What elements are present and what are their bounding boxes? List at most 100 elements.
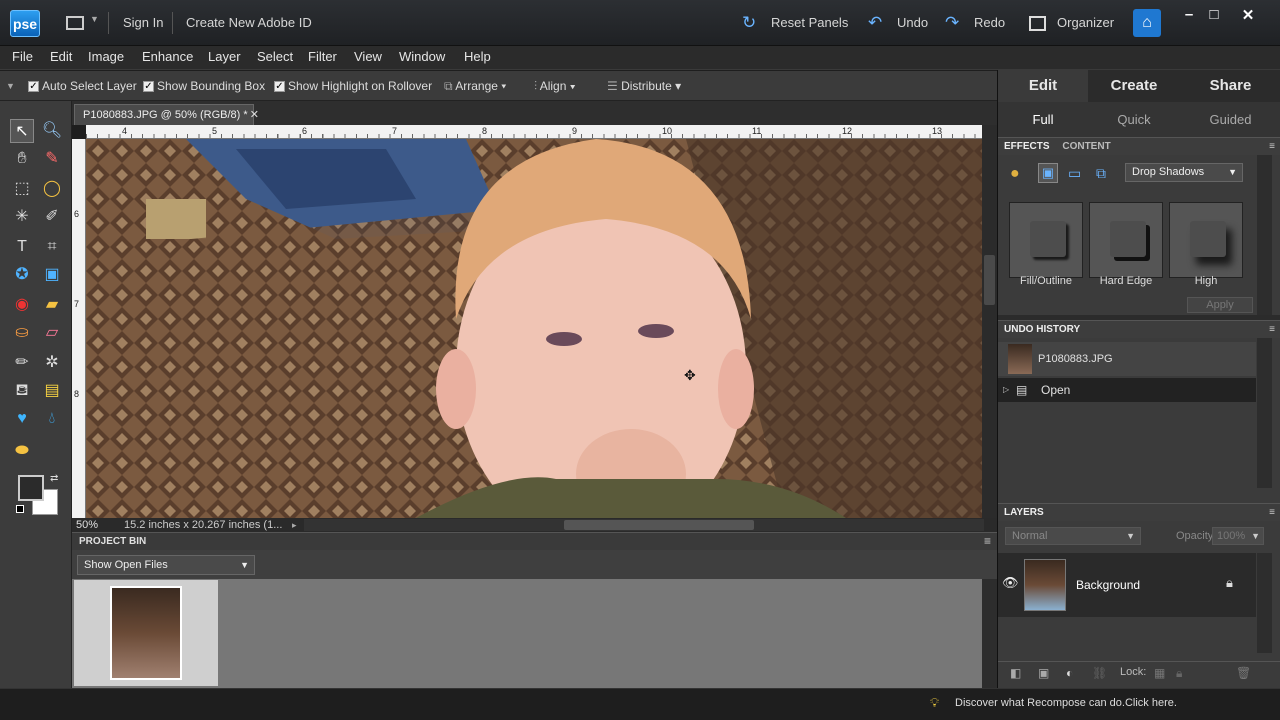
menu-layer[interactable]: Layer (208, 46, 241, 68)
redo-icon[interactable]: ↷ (945, 0, 959, 46)
history-step-row[interactable]: ▷ ▤ Open (998, 378, 1256, 402)
clone-stamp-tool-icon[interactable]: ⛀ (10, 321, 34, 345)
custom-shape-tool-icon[interactable]: ♥ (10, 407, 34, 431)
options-menu-icon[interactable]: ▼ (6, 71, 15, 101)
scroll-thumb[interactable] (564, 520, 754, 530)
eye-visibility-icon[interactable]: 👁︎ (1002, 575, 1019, 591)
all-effects-icon[interactable]: ⧉ (1096, 165, 1106, 182)
arrange-dropdown[interactable]: ⧉ Arrange ▾ (444, 71, 506, 101)
align-dropdown[interactable]: ⫶ Align ▾ (534, 71, 576, 101)
layer-row-background[interactable]: 👁︎ Background 🔒︎ (998, 553, 1256, 617)
opacity-field[interactable]: 100% ▼ (1212, 527, 1264, 545)
recompose-tip-link[interactable]: Discover what Recompose can do.Click her… (955, 689, 1177, 717)
blur-tool-icon[interactable]: 💧︎ (40, 407, 64, 431)
close-button[interactable]: ✕ (1237, 6, 1259, 24)
default-colors-icon[interactable] (16, 505, 24, 513)
zoom-tool-icon[interactable]: 🔍︎ (40, 119, 64, 143)
menu-window[interactable]: Window (399, 46, 445, 68)
scroll-thumb[interactable] (984, 255, 995, 305)
menu-select[interactable]: Select (257, 46, 293, 68)
panel-menu-icon[interactable]: ≡ (1269, 321, 1275, 338)
crop-tool-icon[interactable]: ⌗ (40, 235, 64, 259)
effects-scrollbar[interactable] (1257, 155, 1272, 315)
close-tab-icon[interactable]: ✕ (250, 105, 259, 125)
effect-swatch-fill-outline[interactable] (1009, 202, 1083, 278)
effect-swatch-high[interactable] (1169, 202, 1243, 278)
sign-in-link[interactable]: Sign In (123, 0, 163, 46)
bin-thumbnail-selected[interactable] (74, 580, 218, 686)
reset-panels-icon[interactable]: ↻ (742, 0, 756, 46)
photo-effects-icon[interactable]: ▭ (1068, 165, 1081, 182)
redo-button[interactable]: Redo (974, 0, 1005, 46)
organizer-button[interactable]: Organizer (1057, 0, 1114, 46)
link-layers-icon[interactable]: ⛓ (1092, 666, 1107, 680)
smart-brush-tool-icon[interactable]: ✲ (40, 351, 64, 375)
eraser-tool-icon[interactable]: ▱ (40, 321, 64, 345)
tab-content[interactable]: CONTENT (1062, 141, 1110, 152)
tab-effects[interactable]: EFFECTS (1004, 141, 1050, 152)
distribute-dropdown[interactable]: ☰ Distribute ▾ (607, 71, 681, 101)
panel-menu-icon[interactable]: ≡ (1269, 504, 1275, 521)
lock-all-icon[interactable]: 🔒︎ (1176, 666, 1182, 681)
lasso-tool-icon[interactable]: ◯ (40, 177, 64, 201)
show-files-dropdown[interactable]: Show Open Files ▼ (77, 555, 255, 575)
undo-button[interactable]: Undo (897, 0, 928, 46)
cookie-cutter-tool-icon[interactable]: ✪ (10, 263, 34, 287)
layer-name[interactable]: Background (1076, 553, 1140, 617)
horizontal-scrollbar[interactable] (304, 519, 984, 531)
brush-tool-icon[interactable]: ✏ (10, 351, 34, 375)
layer-styles-icon[interactable]: ▣ (1038, 163, 1058, 183)
fill-layer-icon[interactable]: ◐ (1066, 666, 1073, 680)
subtab-full[interactable]: Full (998, 103, 1088, 137)
selection-brush-tool-icon[interactable]: ✐ (40, 205, 64, 229)
panel-menu-icon[interactable]: ≡ (1269, 138, 1275, 155)
bin-scrollbar[interactable] (982, 579, 997, 688)
type-tool-icon[interactable]: T (10, 235, 34, 259)
show-highlight-checkbox[interactable]: ✓ Show Highlight on Rollover (274, 71, 432, 101)
new-layer-icon[interactable]: ◧ (1010, 666, 1021, 680)
adjustment-layer-icon[interactable]: ▣ (1038, 666, 1049, 680)
filters-icon[interactable]: ● (1010, 165, 1020, 183)
menu-enhance[interactable]: Enhance (142, 46, 193, 68)
lock-transparency-icon[interactable]: ▦ (1154, 666, 1165, 680)
menu-image[interactable]: Image (88, 46, 124, 68)
tab-edit[interactable]: Edit (998, 70, 1088, 102)
workspace-layout-icon[interactable] (66, 16, 84, 30)
menu-edit[interactable]: Edit (50, 46, 72, 68)
apply-button[interactable]: Apply (1187, 297, 1253, 313)
reset-panels-button[interactable]: Reset Panels (771, 0, 848, 46)
magic-wand-tool-icon[interactable]: ✳ (10, 205, 34, 229)
tab-share[interactable]: Share (1180, 70, 1280, 102)
foreground-color-swatch[interactable] (18, 475, 44, 501)
menu-filter[interactable]: Filter (308, 46, 337, 68)
document-tab[interactable]: P1080883.JPG @ 50% (RGB/8) * ✕ (74, 104, 259, 125)
swap-colors-icon[interactable]: ⇄ (50, 473, 58, 484)
subtab-quick[interactable]: Quick (1089, 103, 1179, 137)
blend-mode-dropdown[interactable]: Normal ▼ (1005, 527, 1141, 545)
menu-file[interactable]: File (12, 46, 33, 68)
chevron-down-icon[interactable]: ▼ (90, 14, 99, 24)
marquee-tool-icon[interactable]: ⬚ (10, 177, 34, 201)
spot-healing-tool-icon[interactable]: ▰ (40, 293, 64, 317)
hand-tool-icon[interactable]: ✋︎ (10, 147, 34, 171)
image-canvas[interactable]: ✥ (86, 139, 982, 518)
zoom-level[interactable]: 50% (76, 518, 98, 532)
effect-swatch-hard-edge[interactable] (1089, 202, 1163, 278)
home-icon[interactable]: ⌂ (1133, 9, 1161, 37)
auto-select-layer-checkbox[interactable]: ✓ Auto Select Layer (28, 71, 137, 101)
subtab-guided[interactable]: Guided (1180, 103, 1280, 137)
gradient-tool-icon[interactable]: ▤ (40, 379, 64, 403)
minimize-button[interactable]: – (1178, 6, 1200, 23)
menu-help[interactable]: Help (464, 46, 491, 68)
vertical-scrollbar[interactable] (982, 125, 997, 518)
panel-menu-icon[interactable]: ≡ (984, 533, 991, 550)
recompose-tool-icon[interactable]: ▣ (40, 263, 64, 287)
sponge-tool-icon[interactable]: ⬬ (10, 439, 34, 463)
tab-create[interactable]: Create (1089, 70, 1179, 102)
eyedropper-tool-icon[interactable]: ✎ (40, 147, 64, 171)
red-eye-tool-icon[interactable]: ◉ (10, 293, 34, 317)
create-adobe-id-link[interactable]: Create New Adobe ID (186, 0, 312, 46)
effects-category-dropdown[interactable]: Drop Shadows ▼ (1125, 163, 1243, 182)
trash-icon[interactable]: 🗑︎ (1236, 666, 1251, 680)
history-scrollbar[interactable] (1257, 338, 1272, 488)
